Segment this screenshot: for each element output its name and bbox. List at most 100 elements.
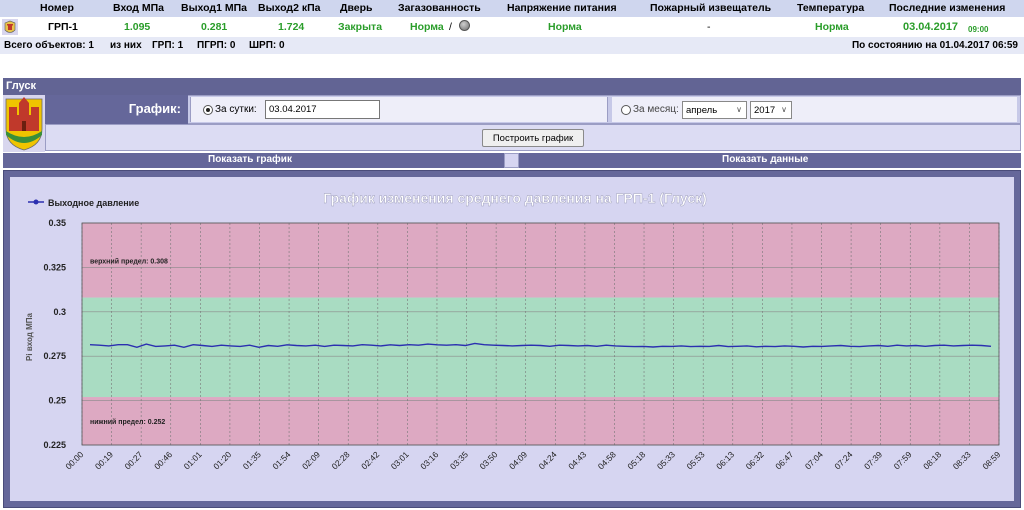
summary-of-them: из них <box>110 40 142 51</box>
chevron-down-icon: ∨ <box>736 105 742 114</box>
x-tick-label: 05:53 <box>684 449 706 471</box>
x-tick-label: 01:01 <box>182 449 204 471</box>
x-tick-label: 07:59 <box>892 449 914 471</box>
x-tick-label: 00:19 <box>93 449 115 471</box>
x-tick-label: 02:09 <box>300 449 322 471</box>
last-change-time: 09:00 <box>968 25 989 34</box>
col-header-temperature: Температура <box>797 2 865 14</box>
outlet2-value: 1.724 <box>278 21 305 33</box>
year-select[interactable]: 2017 ∨ <box>750 101 792 119</box>
x-tick-label: 07:24 <box>832 449 854 471</box>
voltage-status: Норма <box>548 21 582 33</box>
x-tick-label: 04:09 <box>507 449 529 471</box>
day-date-input[interactable]: 03.04.2017 <box>265 100 380 119</box>
x-tick-label: 08:59 <box>980 449 1002 471</box>
x-tick-label: 00:46 <box>152 449 174 471</box>
col-header-outlet2: Выход2 кПа <box>258 2 321 14</box>
y-tick-label: 0.225 <box>43 440 66 450</box>
summary-total: Всего объектов: 1 <box>4 40 94 51</box>
door-status: Закрыта <box>338 21 383 33</box>
lower-limit-label: нижний предел: 0.252 <box>90 418 165 426</box>
col-header-inlet: Вход МПа <box>113 2 165 14</box>
chart-title: График изменения среднего давления на ГР… <box>323 190 707 206</box>
col-header-fire: Пожарный извещатель <box>650 2 772 14</box>
object-number-link[interactable]: ГРП-1 <box>48 21 78 33</box>
x-tick-label: 04:24 <box>537 449 559 471</box>
x-tick-label: 00:00 <box>63 449 85 471</box>
y-tick-label: 0.275 <box>43 351 66 361</box>
upper-limit-label: верхний предел: 0.308 <box>90 258 168 266</box>
summary-as-of: По состоянию на 01.04.2017 06:59 <box>851 40 1018 51</box>
table-row[interactable]: ГРП-1 1.095 0.281 1.724 Закрыта Норма / … <box>0 17 1024 37</box>
col-header-gas: Загазованность <box>398 2 481 14</box>
outlet1-value: 0.281 <box>201 21 228 33</box>
x-tick-label: 05:18 <box>625 449 647 471</box>
month-select[interactable]: апрель ∨ <box>682 101 747 119</box>
x-tick-label: 01:20 <box>211 449 233 471</box>
fire-detector-status: - <box>707 21 711 33</box>
x-tick-label: 02:28 <box>330 449 352 471</box>
x-tick-label: 05:33 <box>655 449 677 471</box>
x-tick-label: 07:39 <box>862 449 884 471</box>
tab-divider-handle <box>504 153 519 168</box>
chart-area: График изменения среднего давления на ГР… <box>10 177 1014 501</box>
x-tick-label: 00:27 <box>122 449 144 471</box>
tab-show-graph[interactable]: Показать график <box>208 154 292 165</box>
chevron-down-icon: ∨ <box>781 105 787 114</box>
y-tick-label: 0.25 <box>48 396 66 406</box>
summary-pgrp: ПГРП: 0 <box>197 40 236 51</box>
gas-status: Норма <box>410 21 444 33</box>
x-tick-label: 01:54 <box>270 449 292 471</box>
y-axis-label: Pi вход МПа <box>25 313 34 361</box>
x-tick-label: 08:33 <box>951 449 973 471</box>
object-status-icon[interactable] <box>2 19 18 38</box>
inlet-value: 1.095 <box>124 21 151 33</box>
x-tick-label: 08:18 <box>921 449 943 471</box>
col-header-voltage: Напряжение питания <box>507 2 617 14</box>
col-header-number: Номер <box>40 2 74 14</box>
legend-marker <box>33 199 39 205</box>
build-graph-button[interactable]: Построить график <box>482 129 584 147</box>
x-tick-label: 04:58 <box>596 449 618 471</box>
col-header-last-change: Последние изменения <box>889 2 1006 14</box>
upper-danger-zone <box>82 223 999 298</box>
summary-bar: Всего объектов: 1 из них ГРП: 1 ПГРП: 0 … <box>0 37 1024 54</box>
day-radio[interactable] <box>203 105 213 115</box>
temperature-status: Норма <box>815 21 849 33</box>
col-header-door: Дверь <box>340 2 373 14</box>
month-select-value: апрель <box>686 105 718 116</box>
legend-label: Выходное давление <box>48 198 139 208</box>
last-change-date: 03.04.2017 <box>903 21 959 33</box>
gas-separator: / <box>449 21 452 33</box>
x-tick-label: 03:16 <box>418 449 440 471</box>
x-tick-label: 06:32 <box>744 449 766 471</box>
status-table-header: Номер Вход МПа Выход1 МПа Выход2 кПа Две… <box>0 0 1024 17</box>
x-tick-label: 07:04 <box>803 449 825 471</box>
x-tick-label: 03:35 <box>448 449 470 471</box>
x-tick-label: 01:35 <box>241 449 263 471</box>
y-tick-label: 0.35 <box>48 218 66 228</box>
x-tick-label: 06:47 <box>773 449 795 471</box>
col-header-outlet1: Выход1 МПа <box>181 2 247 14</box>
y-tick-label: 0.3 <box>53 307 66 317</box>
panel-title: Глуск <box>3 78 1021 95</box>
chart-legend: Выходное давление <box>28 198 139 208</box>
day-radio-label[interactable]: За сутки: <box>215 104 257 115</box>
year-select-value: 2017 <box>754 105 776 116</box>
summary-grp: ГРП: 1 <box>152 40 184 51</box>
x-tick-label: 03:50 <box>477 449 499 471</box>
x-tick-label: 06:13 <box>714 449 736 471</box>
x-tick-label: 02:42 <box>359 449 381 471</box>
x-tick-label: 04:43 <box>566 449 588 471</box>
lower-danger-zone <box>82 397 999 445</box>
plot-area: 0.35 0.325 0.3 0.275 0.25 0.22500:00 00:19 00:2… <box>43 218 1002 471</box>
month-radio-label[interactable]: За месяц: <box>633 104 679 115</box>
pressure-line-chart: График изменения среднего давления на ГР… <box>25 190 1003 472</box>
coat-of-arms-image <box>3 95 45 152</box>
x-tick-label: 03:01 <box>389 449 411 471</box>
summary-shrp: ШРП: 0 <box>249 40 285 51</box>
month-radio[interactable] <box>621 105 631 115</box>
y-tick-label: 0.325 <box>43 262 66 272</box>
normal-zone <box>82 297 999 398</box>
tab-show-data[interactable]: Показать данные <box>722 154 808 165</box>
